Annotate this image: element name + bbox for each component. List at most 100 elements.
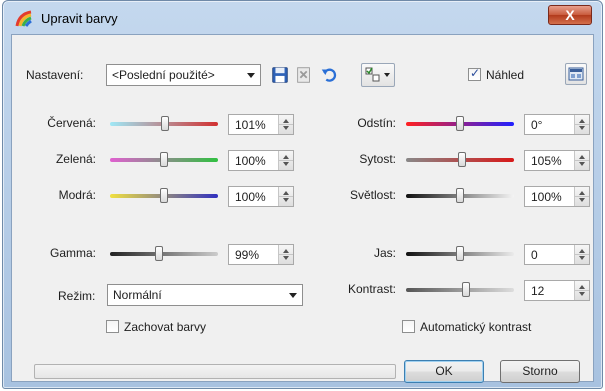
slider-label: Zelená: <box>55 152 96 166</box>
spin-down-icon[interactable] <box>283 198 289 202</box>
slider-label: Modrá: <box>58 188 96 202</box>
spin-separator <box>575 290 589 291</box>
undo-icon[interactable] <box>318 64 340 86</box>
spin-down-icon[interactable] <box>283 162 289 166</box>
chevron-down-icon <box>289 293 297 298</box>
value-spinbox[interactable]: 101% <box>228 114 294 135</box>
spin-separator <box>279 124 293 125</box>
slider-thumb[interactable] <box>155 246 163 261</box>
spin-up-icon[interactable] <box>283 191 289 195</box>
spin-separator <box>575 124 589 125</box>
spinbox-value: 105% <box>531 154 562 168</box>
mode-label: Režim: <box>58 289 96 303</box>
slider-thumb[interactable] <box>161 116 169 131</box>
slider-thumb[interactable] <box>456 246 464 261</box>
spinbox-value: 0° <box>531 118 543 132</box>
spin-buttons[interactable] <box>278 151 293 170</box>
spin-buttons[interactable] <box>574 187 589 206</box>
dialog-window: Upravit barvy X Nastavení: <Poslední pou… <box>2 0 603 389</box>
slider-label: Světlost: <box>349 188 396 202</box>
value-spinbox[interactable]: 100% <box>524 186 590 207</box>
spin-up-icon[interactable] <box>579 155 585 159</box>
preview-label: Náhled <box>486 68 525 82</box>
spin-buttons[interactable] <box>574 115 589 134</box>
keep-colors-checkbox[interactable] <box>106 320 119 333</box>
spin-up-icon[interactable] <box>283 249 289 253</box>
spinbox-value: 12 <box>531 284 545 298</box>
value-spinbox[interactable]: 100% <box>228 186 294 207</box>
spin-up-icon[interactable] <box>283 119 289 123</box>
spin-separator <box>279 160 293 161</box>
mode-value: Normální <box>113 288 162 302</box>
spin-up-icon[interactable] <box>579 249 585 253</box>
mode-dropdown[interactable]: Normální <box>107 284 303 306</box>
save-icon[interactable] <box>269 64 291 86</box>
close-icon: X <box>565 7 575 23</box>
auto-contrast-label: Automatický kontrast <box>420 320 532 334</box>
value-spinbox[interactable]: 12 <box>524 280 590 301</box>
slider-thumb[interactable] <box>462 282 470 297</box>
spin-buttons[interactable] <box>278 115 293 134</box>
title-bar[interactable]: Upravit barvy X <box>3 1 602 35</box>
close-button[interactable]: X <box>548 5 592 25</box>
layout-toggle-button[interactable] <box>565 63 587 85</box>
spin-separator <box>279 254 293 255</box>
chevron-down-icon <box>247 73 255 78</box>
slider-thumb[interactable] <box>160 152 168 167</box>
spin-separator <box>575 254 589 255</box>
slider-thumb[interactable] <box>160 188 168 203</box>
spin-down-icon[interactable] <box>579 198 585 202</box>
value-spinbox[interactable]: 0 <box>524 244 590 265</box>
spinbox-value: 100% <box>235 190 266 204</box>
preview-checkbox[interactable] <box>468 66 481 81</box>
spin-up-icon[interactable] <box>283 155 289 159</box>
slider-thumb[interactable] <box>458 152 466 167</box>
slider-label: Gamma: <box>49 246 96 260</box>
slider-track[interactable] <box>406 288 514 292</box>
spin-separator <box>279 196 293 197</box>
slider-label: Kontrast: <box>347 282 396 296</box>
checklist-icon <box>365 67 380 82</box>
value-spinbox[interactable]: 100% <box>228 150 294 171</box>
spin-separator <box>575 160 589 161</box>
preset-label: Nastavení: <box>26 68 84 82</box>
slider-label: Odstín: <box>357 116 396 130</box>
delete-preset-icon[interactable] <box>293 64 315 86</box>
slider-track[interactable] <box>110 252 218 256</box>
preset-value: <Poslední použité> <box>112 68 215 82</box>
ok-button[interactable]: OK <box>404 360 484 383</box>
preset-dropdown[interactable]: <Poslední použité> <box>106 64 261 86</box>
cancel-button[interactable]: Storno <box>500 360 580 383</box>
options-menu-button[interactable] <box>361 63 395 87</box>
spin-buttons[interactable] <box>574 281 589 300</box>
spin-up-icon[interactable] <box>579 119 585 123</box>
spin-up-icon[interactable] <box>579 285 585 289</box>
spin-down-icon[interactable] <box>579 162 585 166</box>
spinbox-value: 99% <box>235 248 260 262</box>
spin-down-icon[interactable] <box>579 292 585 296</box>
window-title: Upravit barvy <box>41 11 118 26</box>
dialog-client-area: Nastavení: <Poslední použité> N <box>11 34 594 383</box>
slider-label: Červená: <box>47 116 96 130</box>
rainbow-app-icon <box>15 10 32 27</box>
spin-buttons[interactable] <box>278 245 293 264</box>
spinbox-value: 100% <box>531 190 562 204</box>
slider-thumb[interactable] <box>456 116 464 131</box>
value-spinbox[interactable]: 99% <box>228 244 294 265</box>
spin-buttons[interactable] <box>278 187 293 206</box>
spin-buttons[interactable] <box>574 151 589 170</box>
spin-up-icon[interactable] <box>579 191 585 195</box>
value-spinbox[interactable]: 105% <box>524 150 590 171</box>
spin-down-icon[interactable] <box>283 256 289 260</box>
spin-down-icon[interactable] <box>579 126 585 130</box>
spin-separator <box>575 196 589 197</box>
spin-buttons[interactable] <box>574 245 589 264</box>
slider-thumb[interactable] <box>456 188 464 203</box>
value-spinbox[interactable]: 0° <box>524 114 590 135</box>
spinbox-value: 0 <box>531 248 538 262</box>
keep-colors-label: Zachovat barvy <box>124 320 207 334</box>
spin-down-icon[interactable] <box>283 126 289 130</box>
spin-down-icon[interactable] <box>579 256 585 260</box>
auto-contrast-checkbox[interactable] <box>402 320 415 333</box>
layout-icon <box>568 67 584 81</box>
